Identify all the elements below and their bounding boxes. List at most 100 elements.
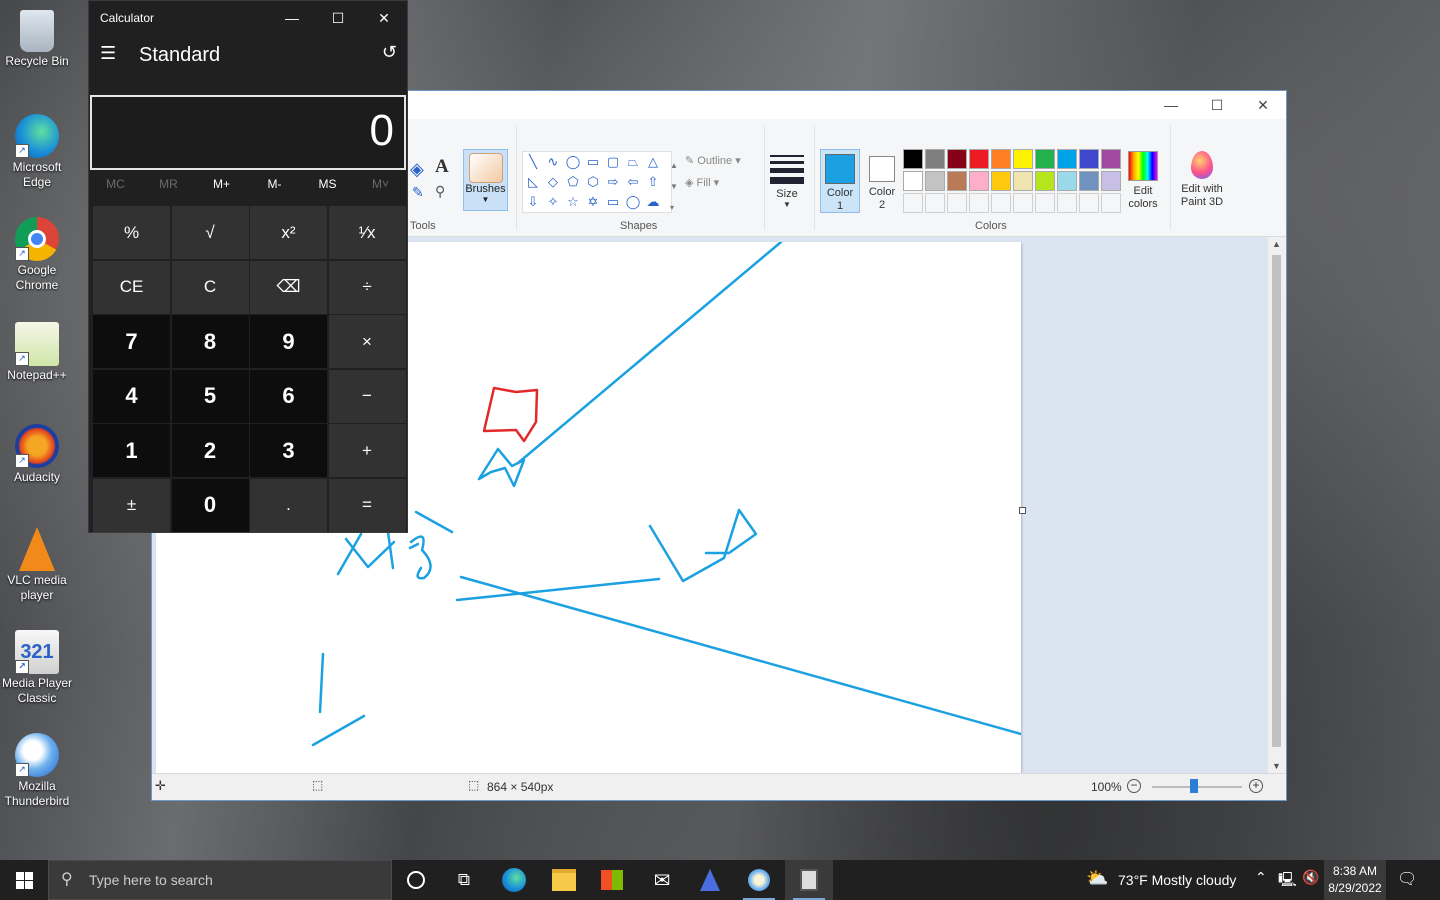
weather-icon[interactable]: ⛅ — [1086, 868, 1108, 889]
edit-with-paint3d-button[interactable]: Edit with Paint 3D — [1174, 151, 1230, 209]
hamburger-menu-icon[interactable]: ☰ — [100, 43, 116, 64]
notifications-icon[interactable]: 🗨 — [1397, 869, 1417, 889]
palette-swatch[interactable] — [991, 149, 1011, 169]
weather-text[interactable]: 73°F Mostly cloudy — [1118, 872, 1236, 888]
palette-swatch[interactable] — [903, 149, 923, 169]
maximize-button[interactable]: ☐ — [1194, 91, 1240, 119]
cortana-button[interactable] — [392, 860, 440, 900]
shapes-scroll-icon[interactable]: ▲ ▼ ▾ — [670, 155, 678, 218]
memory-button[interactable]: MC — [91, 177, 141, 201]
empty-palette-swatch[interactable] — [925, 193, 945, 213]
zoom-in-button[interactable]: + — [1249, 779, 1263, 793]
left-arrow-shape-icon[interactable]: ⇦ — [623, 172, 643, 192]
empty-palette-swatch[interactable] — [1057, 193, 1077, 213]
calculator-key[interactable]: 8 — [171, 315, 249, 368]
size-button[interactable]: Size ▼ — [770, 149, 804, 209]
calculator-key[interactable]: C — [171, 260, 249, 314]
palette-swatch[interactable] — [1013, 171, 1033, 191]
minimize-button[interactable]: — — [1148, 91, 1194, 119]
volume-muted-icon[interactable]: 🔇 — [1302, 869, 1319, 886]
palette-swatch[interactable] — [925, 149, 945, 169]
calculator-key[interactable]: 1 — [93, 424, 170, 477]
maximize-button[interactable]: ☐ — [315, 1, 361, 35]
five-point-star-shape-icon[interactable]: ☆ — [563, 192, 583, 212]
start-button[interactable] — [0, 860, 48, 900]
desktop-icon-notepadpp[interactable]: ↗ Notepad++ — [0, 318, 74, 383]
down-arrow-shape-icon[interactable]: ⇩ — [523, 192, 543, 212]
up-arrow-shape-icon[interactable]: ⇧ — [643, 172, 663, 192]
close-button[interactable]: ✕ — [361, 1, 407, 35]
palette-swatch[interactable] — [1079, 171, 1099, 191]
empty-palette-swatch[interactable] — [1035, 193, 1055, 213]
cloud-callout-shape-icon[interactable]: ☁ — [643, 192, 663, 212]
line-shape-icon[interactable]: ╲ — [523, 152, 543, 172]
scrollbar-thumb[interactable] — [1272, 255, 1281, 747]
magnifier-icon[interactable]: ⚲ — [435, 183, 445, 200]
calculator-key[interactable]: 4 — [93, 369, 170, 423]
calculator-key[interactable]: 6 — [250, 369, 327, 423]
palette-swatch[interactable] — [1079, 149, 1099, 169]
taskbar-file-explorer[interactable] — [540, 860, 588, 900]
shapes-gallery[interactable]: ╲ ∿ ◯ ▭ ▢ ⏢ △ ◺ ◇ ⬠ ⬡ ⇨ ⇦ ⇧ ⇩ ✧ ☆ ✡ ▭ ◯ … — [522, 151, 672, 213]
color-picker-icon[interactable]: ✎ — [412, 184, 424, 201]
calculator-key[interactable]: × — [328, 315, 406, 368]
calculator-titlebar[interactable]: Calculator — ☐ ✕ — [89, 1, 407, 35]
calculator-key[interactable]: 0 — [171, 478, 249, 532]
canvas-resize-handle[interactable] — [1019, 507, 1026, 514]
calculator-key[interactable]: + — [328, 424, 406, 477]
calculator-key[interactable]: 9 — [250, 315, 327, 368]
calculator-key[interactable]: x² — [250, 206, 327, 259]
palette-swatch[interactable] — [903, 171, 923, 191]
calculator-key[interactable]: ÷ — [328, 260, 406, 314]
palette-swatch[interactable] — [1035, 171, 1055, 191]
empty-palette-swatch[interactable] — [1101, 193, 1121, 213]
calculator-key[interactable]: 7 — [93, 315, 170, 368]
memory-button[interactable]: M- — [250, 177, 300, 201]
brushes-button[interactable]: Brushes ▼ — [463, 149, 508, 211]
desktop-icon-chrome[interactable]: ↗ Google Chrome — [0, 213, 74, 293]
close-button[interactable]: ✕ — [1240, 91, 1286, 119]
memory-button[interactable]: MR — [144, 177, 194, 201]
desktop-icon-thunderbird[interactable]: ↗ Mozilla Thunderbird — [0, 729, 74, 809]
palette-swatch[interactable] — [969, 171, 989, 191]
zoom-out-button[interactable]: − — [1127, 779, 1141, 793]
memory-button[interactable]: M˅ — [356, 177, 406, 201]
fill-dropdown[interactable]: ◈ Fill ▾ — [685, 176, 719, 189]
zoom-slider-thumb[interactable] — [1190, 779, 1198, 793]
outline-dropdown[interactable]: ✎ Outline ▾ — [685, 154, 741, 167]
empty-palette-swatch[interactable] — [1079, 193, 1099, 213]
diamond-shape-icon[interactable]: ◇ — [543, 172, 563, 192]
scroll-up-icon[interactable]: ▲ — [1272, 239, 1281, 249]
taskbar-store[interactable] — [588, 860, 636, 900]
calculator-key[interactable]: 3 — [250, 424, 327, 477]
palette-swatch[interactable] — [1057, 149, 1077, 169]
calculator-key[interactable]: 2 — [171, 424, 249, 477]
calculator-key[interactable]: CE — [93, 260, 170, 314]
palette-swatch[interactable] — [1035, 149, 1055, 169]
scroll-down-icon[interactable]: ▼ — [1272, 761, 1281, 771]
calculator-key[interactable]: ¹∕x — [328, 206, 406, 259]
empty-palette-swatch[interactable] — [991, 193, 1011, 213]
pentagon-shape-icon[interactable]: ⬠ — [563, 172, 583, 192]
color-palette[interactable] — [903, 149, 1121, 213]
empty-palette-swatch[interactable] — [947, 193, 967, 213]
rectangle-shape-icon[interactable]: ▭ — [583, 152, 603, 172]
calculator-key[interactable]: 5 — [171, 369, 249, 423]
memory-button[interactable]: M+ — [197, 177, 247, 201]
palette-swatch[interactable] — [1057, 171, 1077, 191]
triangle-shape-icon[interactable]: △ — [643, 152, 663, 172]
color1-button[interactable]: Color 1 — [820, 149, 860, 213]
curve-shape-icon[interactable]: ∿ — [543, 152, 563, 172]
minimize-button[interactable]: — — [269, 1, 315, 35]
desktop-icon-recycle-bin[interactable]: Recycle Bin — [0, 6, 74, 69]
empty-palette-swatch[interactable] — [903, 193, 923, 213]
taskbar-mail[interactable]: ✉ — [638, 860, 686, 900]
taskbar-search-box[interactable]: ⚲ Type here to search — [48, 860, 392, 900]
oval-shape-icon[interactable]: ◯ — [563, 152, 583, 172]
empty-palette-swatch[interactable] — [969, 193, 989, 213]
calculator-key[interactable]: − — [328, 369, 406, 423]
taskbar-calculator[interactable] — [785, 860, 833, 900]
right-triangle-shape-icon[interactable]: ◺ — [523, 172, 543, 192]
right-arrow-shape-icon[interactable]: ⇨ — [603, 172, 623, 192]
oval-callout-shape-icon[interactable]: ◯ — [623, 192, 643, 212]
